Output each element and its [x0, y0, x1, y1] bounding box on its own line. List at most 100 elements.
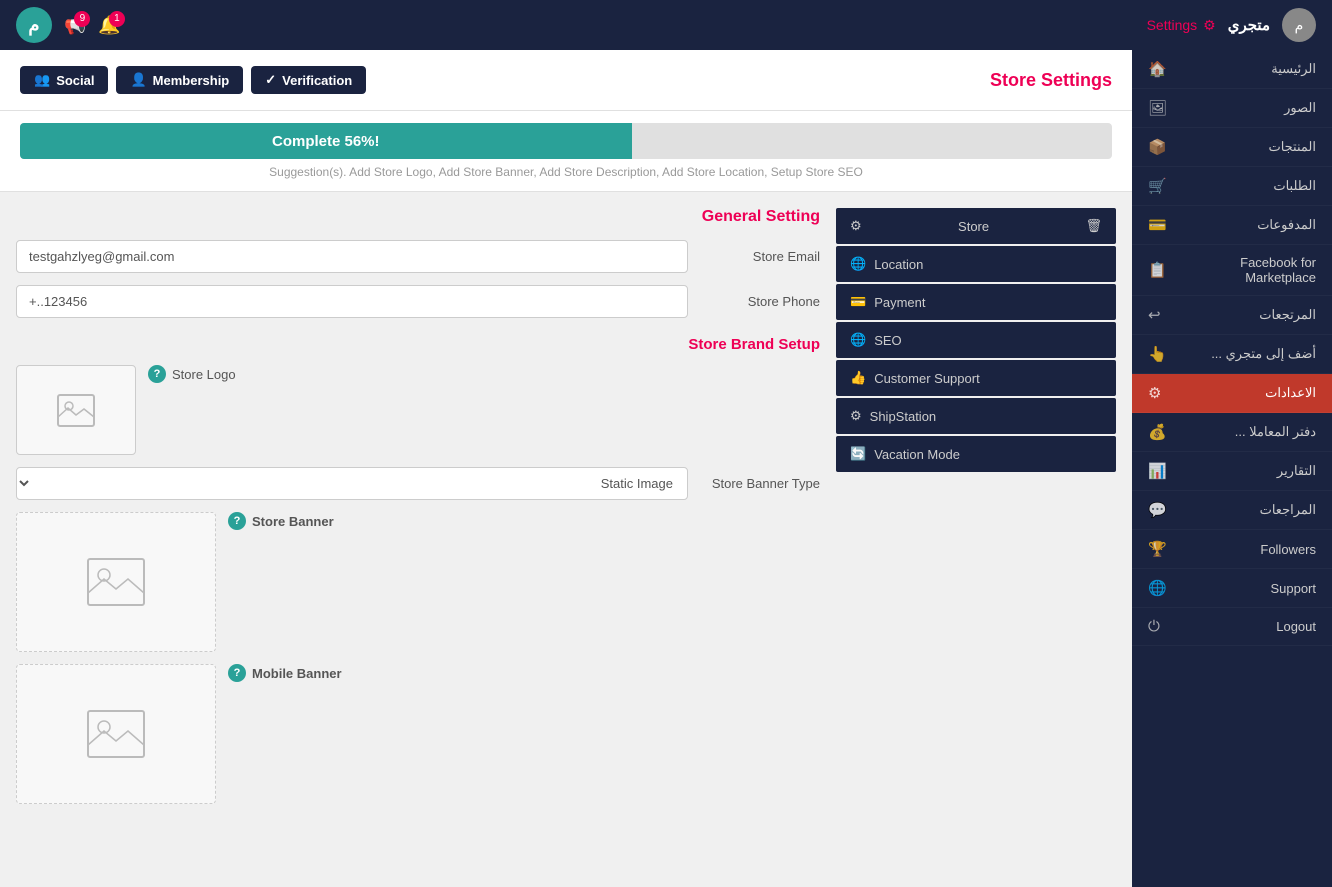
sidebar-item-settings[interactable]: الاعدادات ⚙: [1132, 374, 1332, 413]
notification-badge: 1: [109, 11, 125, 27]
store-nav-panel: 🗑 Store ⚙ Location 🌐 Payment 💳 SEO 🌐: [836, 208, 1116, 816]
banner-info-icon[interactable]: ?: [228, 512, 246, 530]
vacation-mode-nav-label: Vacation Mode: [874, 447, 960, 462]
settings-sidebar-icon: ⚙: [1148, 384, 1161, 402]
sidebar-item-orders[interactable]: الطلبات 🛒: [1132, 167, 1332, 206]
sidebar-label-orders: الطلبات: [1175, 178, 1316, 194]
store-settings-title: Store Settings: [990, 70, 1112, 91]
sidebar-item-facebook[interactable]: Facebook for Marketplace 📋: [1132, 245, 1332, 296]
support-icon: 🌐: [1148, 579, 1167, 597]
store-nav-payment[interactable]: Payment 💳: [836, 284, 1116, 320]
sidebar-item-support[interactable]: Support 🌐: [1132, 569, 1332, 608]
sidebar-item-logout[interactable]: Logout ⏻: [1132, 608, 1332, 646]
followers-icon: 🏆: [1148, 540, 1167, 558]
logout-icon: ⏻: [1148, 618, 1160, 635]
store-nav-shipstation[interactable]: ShipStation ⚙: [836, 398, 1116, 434]
user-avatar[interactable]: م: [16, 7, 52, 43]
store-nav-store-label: Store: [958, 219, 989, 234]
sidebar-item-home[interactable]: الرئيسية 🏠: [1132, 50, 1332, 89]
sidebar-label-logout: Logout: [1168, 619, 1316, 634]
verification-icon: ✓: [265, 72, 276, 88]
tab-membership[interactable]: 👤 Membership: [116, 66, 243, 94]
sidebar-label-products: المنتجات: [1175, 139, 1316, 155]
sidebar-label-images: الصور: [1175, 100, 1316, 116]
store-nav-seo[interactable]: SEO 🌐: [836, 322, 1116, 358]
seo-nav-icon: 🌐: [850, 332, 866, 348]
banner-type-row: Static Image Store Banner Type: [16, 467, 820, 500]
sidebar-label-settings: الاعدادات: [1169, 385, 1316, 401]
sidebar-label-returns: المرتجعات: [1169, 307, 1316, 323]
social-icon: 👥: [34, 72, 50, 88]
shipstation-nav-label: ShipStation: [870, 409, 937, 424]
store-phone-input[interactable]: [16, 285, 688, 318]
store-nav-vacation-mode[interactable]: Vacation Mode 🔄: [836, 436, 1116, 472]
facebook-icon: 📋: [1148, 261, 1167, 279]
sidebar-item-followers[interactable]: Followers 🏆: [1132, 530, 1332, 569]
page-layout: الرئيسية 🏠 الصور 🖼 المنتجات 📦 الطلبات 🛒 …: [0, 50, 1332, 887]
campaign-button[interactable]: 📢 9: [64, 15, 86, 36]
mobile-banner-row: ? Mobile Banner: [16, 664, 820, 804]
reviews-icon: 💬: [1148, 501, 1167, 519]
store-settings-nav-icon: ⚙: [850, 218, 862, 234]
vacation-mode-nav-icon: 🔄: [850, 446, 866, 462]
email-row: Store Email: [16, 240, 820, 273]
progress-suggestion: Suggestion(s). Add Store Logo, Add Store…: [20, 165, 1112, 179]
store-phone-label: Store Phone: [700, 294, 820, 309]
content-area: General Setting Store Email Store Phone …: [0, 192, 1132, 832]
sidebar-label-ledger: دفتر المعاملا ...: [1175, 424, 1316, 440]
campaign-badge: 9: [74, 11, 90, 27]
store-header: 👥 Social 👤 Membership ✓ Verification Sto…: [0, 50, 1132, 111]
sidebar-item-ledger[interactable]: دفتر المعاملا ... 💰: [1132, 413, 1332, 452]
tab-social[interactable]: 👥 Social: [20, 66, 108, 94]
sidebar-item-returns[interactable]: المرتجعات ↩: [1132, 296, 1332, 335]
payment-nav-label: Payment: [874, 295, 925, 310]
logo-row: ? Store Logo: [16, 365, 820, 455]
banner-type-select[interactable]: Static Image: [16, 467, 688, 500]
banner-label-group: ? Store Banner: [228, 512, 334, 530]
shipstation-nav-icon: ⚙: [850, 408, 862, 424]
mobile-banner-info-icon[interactable]: ?: [228, 664, 246, 682]
membership-label: Membership: [153, 73, 230, 88]
store-nav-store[interactable]: 🗑 Store ⚙: [836, 208, 1116, 244]
location-nav-icon: 🌐: [850, 256, 866, 272]
store-email-input[interactable]: [16, 240, 688, 273]
location-nav-label: Location: [874, 257, 923, 272]
images-icon: 🖼: [1148, 99, 1167, 117]
mobile-banner-label: Mobile Banner: [252, 666, 342, 681]
banner-row: ? Store Banner: [16, 512, 820, 652]
progress-bar-container: Complete 56%!: [20, 123, 1112, 159]
ledger-icon: 💰: [1148, 423, 1167, 441]
tab-verification[interactable]: ✓ Verification: [251, 66, 366, 94]
store-logo-placeholder[interactable]: [16, 365, 136, 455]
sidebar-label-reviews: المراجعات: [1175, 502, 1316, 518]
store-banner-placeholder[interactable]: [16, 512, 216, 652]
sidebar-item-reviews[interactable]: المراجعات 💬: [1132, 491, 1332, 530]
social-label: Social: [56, 73, 94, 88]
store-tabs: 👥 Social 👤 Membership ✓ Verification: [20, 66, 366, 94]
sidebar-item-reports[interactable]: التقارير 📊: [1132, 452, 1332, 491]
form-area: General Setting Store Email Store Phone …: [16, 208, 820, 816]
store-nav-customer-support[interactable]: Customer Support 👍: [836, 360, 1116, 396]
brand-setup-title: Store Brand Setup: [16, 336, 820, 353]
sidebar-label-reports: التقارير: [1175, 463, 1316, 479]
logo-info-icon[interactable]: ?: [148, 365, 166, 383]
sidebar: الرئيسية 🏠 الصور 🖼 المنتجات 📦 الطلبات 🛒 …: [1132, 50, 1332, 887]
phone-row: Store Phone: [16, 285, 820, 318]
store-nav-location[interactable]: Location 🌐: [836, 246, 1116, 282]
store-delete-icon: 🗑: [1085, 218, 1102, 234]
sidebar-item-images[interactable]: الصور 🖼: [1132, 89, 1332, 128]
user-profile-avatar[interactable]: م: [1282, 8, 1316, 42]
sidebar-item-payments[interactable]: المدفوعات 💳: [1132, 206, 1332, 245]
mobile-banner-placeholder[interactable]: [16, 664, 216, 804]
notification-button[interactable]: 🔔 1: [98, 15, 120, 36]
sidebar-item-products[interactable]: المنتجات 📦: [1132, 128, 1332, 167]
store-email-label: Store Email: [700, 249, 820, 264]
logo-label-group: ? Store Logo: [148, 365, 236, 383]
banner-type-label: Store Banner Type: [700, 476, 820, 491]
orders-icon: 🛒: [1148, 177, 1167, 195]
settings-link[interactable]: Settings ⚙: [1147, 17, 1216, 34]
store-logo-label: Store Logo: [172, 367, 236, 382]
top-navigation: م 📢 9 🔔 1 Settings ⚙ متجري م: [0, 0, 1332, 50]
sidebar-item-add-store[interactable]: أضف إلى متجري ... 👆: [1132, 335, 1332, 374]
sidebar-label-support: Support: [1175, 581, 1316, 596]
